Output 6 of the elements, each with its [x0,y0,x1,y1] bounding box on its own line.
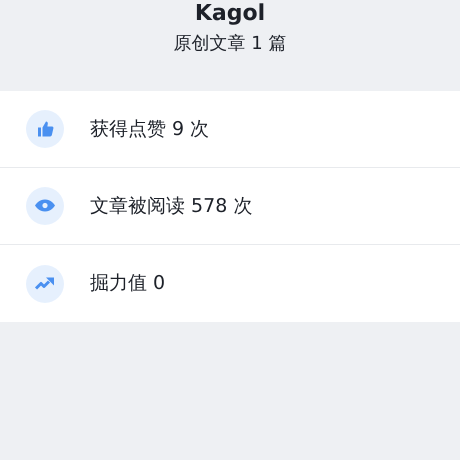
article-count: 原创文章 1 篇 [172,32,288,56]
stat-label: 文章被阅读 578 次 [90,194,252,219]
stat-label: 掘力值 0 [90,271,166,296]
user-name: Kagol [194,2,266,26]
thumbs-up-icon [35,119,55,140]
stat-label: 获得点赞 9 次 [90,116,210,142]
